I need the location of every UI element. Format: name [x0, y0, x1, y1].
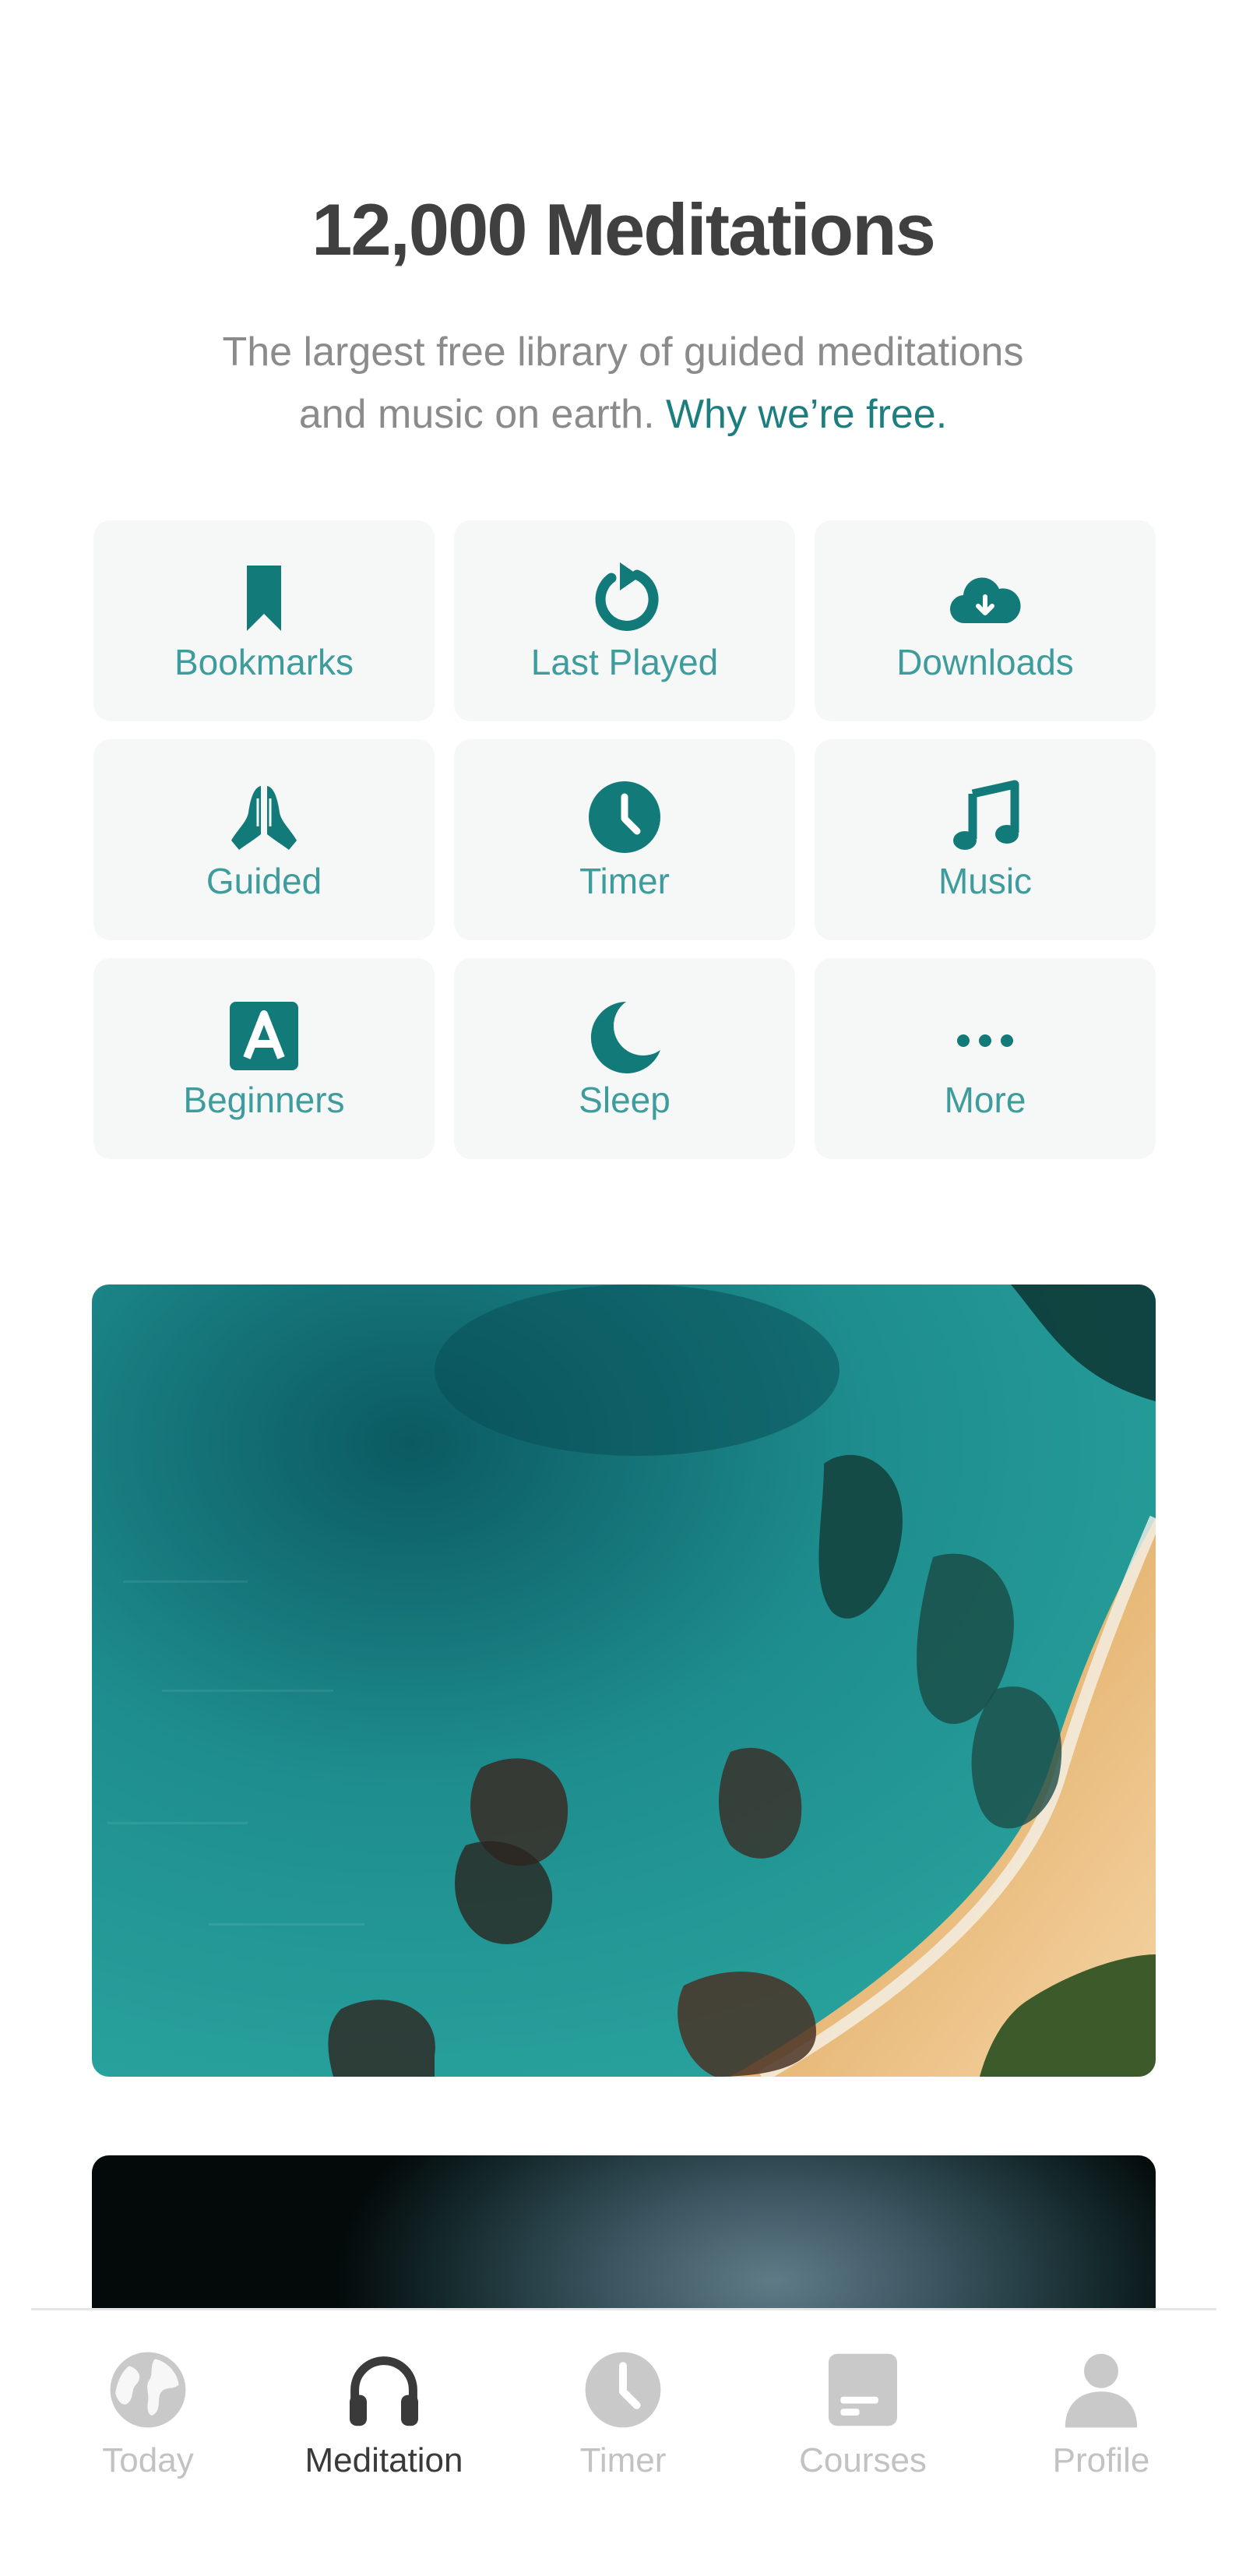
tab-label: Timer [579, 2441, 667, 2479]
category-tile-music[interactable]: Music [815, 739, 1156, 940]
person-icon [1058, 2347, 1144, 2433]
tab-courses[interactable]: Courses [769, 2347, 956, 2484]
category-label: Bookmarks [174, 642, 354, 682]
ellipsis-icon [946, 997, 1024, 1075]
category-tile-downloads[interactable]: Downloads [815, 520, 1156, 721]
subtitle-line-1: The largest free library of guided medit… [222, 329, 1024, 375]
category-tile-guided[interactable]: Guided [93, 739, 435, 940]
tab-label: Profile [1052, 2441, 1150, 2479]
tab-timer[interactable]: Timer [530, 2347, 716, 2484]
why-free-link[interactable]: Why we’re free. [666, 392, 947, 437]
moon-icon [586, 997, 663, 1075]
subtitle-line-2: and music on earth. [298, 392, 655, 437]
music-note-icon [946, 778, 1024, 856]
category-label: Downloads [896, 642, 1074, 682]
category-tile-sleep[interactable]: Sleep [454, 958, 795, 1159]
headphones-icon [341, 2347, 427, 2433]
card-icon [820, 2347, 906, 2433]
history-icon [586, 559, 663, 637]
tab-label: Today [102, 2441, 194, 2479]
cloud-download-icon [946, 559, 1024, 637]
category-label: Guided [206, 861, 322, 901]
category-tile-beginners[interactable]: Beginners [93, 958, 435, 1159]
header: 12,000 Meditations The largest free libr… [0, 179, 1246, 446]
globe-icon [105, 2347, 191, 2433]
category-label: More [944, 1080, 1026, 1120]
clock-icon [580, 2347, 666, 2433]
category-label: Timer [579, 861, 670, 901]
page-title: 12,000 Meditations [312, 189, 936, 270]
tab-today[interactable]: Today [55, 2347, 241, 2484]
tab-label: Courses [799, 2441, 927, 2479]
category-tile-timer[interactable]: Timer [454, 739, 795, 940]
category-tile-bookmarks[interactable]: Bookmarks [93, 520, 435, 721]
tab-bar-divider [31, 2308, 1216, 2310]
category-tile-more[interactable]: More [815, 958, 1156, 1159]
page-subtitle: The largest free library of guided medit… [179, 321, 1067, 446]
tab-meditation[interactable]: Meditation [290, 2347, 477, 2484]
category-label: Last Played [530, 642, 719, 682]
category-grid: Bookmarks Last Played Downloads Guided T… [93, 520, 1156, 1159]
category-label: Beginners [183, 1080, 345, 1120]
tab-profile[interactable]: Profile [1008, 2347, 1195, 2484]
category-tile-last-played[interactable]: Last Played [454, 520, 795, 721]
bottom-tab-bar: Today Meditation Timer Courses Profile [0, 2308, 1246, 2576]
praying-hands-icon [225, 778, 303, 856]
clock-icon [586, 778, 663, 856]
letter-a-icon [225, 997, 303, 1075]
category-label: Music [938, 861, 1033, 901]
tab-label: Meditation [304, 2441, 463, 2479]
bookmark-icon [225, 559, 303, 637]
category-label: Sleep [579, 1080, 671, 1120]
featured-beach-image[interactable] [92, 1284, 1156, 2077]
